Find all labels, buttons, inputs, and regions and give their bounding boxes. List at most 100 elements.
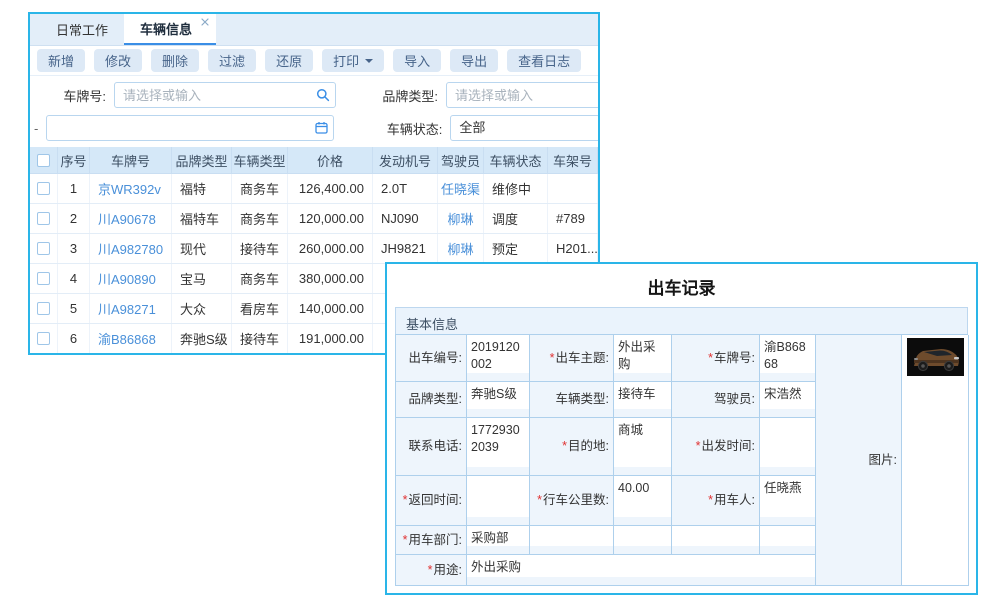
empty-field[interactable] [760,526,816,555]
checkbox-icon [37,272,50,285]
cell-price: 120,000.00 [288,204,373,233]
empty-field[interactable] [530,526,614,555]
table-row: 1 京WR392v 福特 商务车 126,400.00 2.0T 任晓渠 维修中 [30,174,598,204]
depart-time-field[interactable] [760,418,816,476]
row-checkbox[interactable] [30,174,58,203]
cell-vtype: 接待车 [232,234,288,263]
cell-seq: 2 [58,204,90,233]
subject-field[interactable]: 外出采购 [614,335,672,382]
driver-link[interactable]: 任晓渠 [438,174,484,203]
department-label: *用车部门: [396,526,467,555]
status-filter-select[interactable]: 全部 [450,115,600,141]
photo-field[interactable] [902,335,969,586]
driver-link[interactable]: 柳琳 [438,234,484,263]
cell-price: 380,000.00 [288,264,373,293]
status-filter-label: 车辆状态: [358,119,442,138]
filter-row-1: 车牌号: 品牌类型: [30,81,598,109]
cell-engine: JH9821 [373,234,438,263]
col-brand: 品牌类型 [172,147,232,173]
brand-field[interactable]: 奔驰S级 [467,382,530,418]
tab-vehicle-info-label: 车辆信息 [140,19,192,38]
plate-link[interactable]: 京WR392v [90,174,172,203]
checkbox-icon [37,182,50,195]
print-button[interactable]: 打印 [322,49,384,72]
return-time-field[interactable] [467,476,530,526]
purpose-label: *用途: [396,555,467,586]
plate-link[interactable]: 渝B86868 [90,324,172,353]
search-icon[interactable] [316,88,330,102]
cell-frame: #789 [548,204,598,233]
required-mark: * [708,351,713,366]
row-checkbox[interactable] [30,294,58,323]
required-mark: * [428,563,433,578]
section-basic-info: 基本信息 [395,307,968,334]
brand-filter-input[interactable] [446,82,600,108]
plate-filter-label: 车牌号: [30,86,106,105]
cell-engine: 2.0T [373,174,438,203]
date-filter-input[interactable] [46,115,334,141]
table-header-row: 序号 车牌号 品牌类型 车辆类型 价格 发动机号 驾驶员 车辆状态 车架号 [30,147,598,174]
cell-price: 140,000.00 [288,294,373,323]
cell-seq: 5 [58,294,90,323]
user-field[interactable]: 任晓燕 [760,476,816,526]
col-price: 价格 [288,147,373,173]
plate-link[interactable]: 川A90890 [90,264,172,293]
driver-field[interactable]: 宋浩然 [760,382,816,418]
mileage-field[interactable]: 40.00 [614,476,672,526]
cell-frame [548,174,598,203]
delete-button[interactable]: 删除 [151,49,199,72]
view-log-button[interactable]: 查看日志 [507,49,581,72]
car-photo-thumbnail [907,338,964,376]
tab-daily-work-label: 日常工作 [56,20,108,39]
row-checkbox[interactable] [30,264,58,293]
cell-brand: 大众 [172,294,232,323]
plate-filter-input[interactable] [114,82,336,108]
import-button[interactable]: 导入 [393,49,441,72]
mileage-label: *行车公里数: [530,476,614,526]
export-button[interactable]: 导出 [450,49,498,72]
close-icon[interactable] [201,18,209,26]
department-field[interactable]: 采购部 [467,526,530,555]
cell-vtype: 商务车 [232,174,288,203]
required-mark: * [403,493,408,508]
plate-link[interactable]: 川A90678 [90,204,172,233]
col-seq: 序号 [58,147,90,173]
caret-down-icon [365,59,373,63]
tab-daily-work[interactable]: 日常工作 [40,14,124,45]
print-button-label: 打印 [333,51,359,70]
plate-link[interactable]: 川A982780 [90,234,172,263]
row-checkbox[interactable] [30,204,58,233]
phone-field[interactable]: 17729302039 [467,418,530,476]
purpose-field[interactable]: 外出采购 [467,555,816,586]
edit-button[interactable]: 修改 [94,49,142,72]
row-checkbox[interactable] [30,324,58,353]
row-checkbox[interactable] [30,234,58,263]
filter-button[interactable]: 过滤 [208,49,256,72]
empty-field[interactable] [672,526,760,555]
empty-field[interactable] [614,526,672,555]
col-frame: 车架号 [548,147,598,173]
cell-brand: 福特 [172,174,232,203]
calendar-icon[interactable] [315,121,328,134]
cell-vtype: 看房车 [232,294,288,323]
required-mark: * [562,439,567,454]
cell-seq: 1 [58,174,90,203]
cell-vtype: 商务车 [232,264,288,293]
vtype-field[interactable]: 接待车 [614,382,672,418]
driver-link[interactable]: 柳琳 [438,204,484,233]
phone-label: 联系电话: [396,418,467,476]
plate-link[interactable]: 川A98271 [90,294,172,323]
record-no-field[interactable]: 2019120002 [467,335,530,382]
driver-label: 驾驶员: [672,382,760,418]
add-button[interactable]: 新增 [37,49,85,72]
photo-label: 图片: [816,335,902,586]
restore-button[interactable]: 还原 [265,49,313,72]
toolbar: 新增 修改 删除 过滤 还原 打印 导入 导出 查看日志 [30,46,598,76]
plate-field[interactable]: 渝B86868 [760,335,816,382]
cell-price: 260,000.00 [288,234,373,263]
destination-field[interactable]: 商城 [614,418,672,476]
record-no-label: 出车编号: [396,335,467,382]
tab-vehicle-info[interactable]: 车辆信息 [124,14,216,45]
select-all-checkbox[interactable] [30,147,58,173]
checkbox-icon [37,154,50,167]
